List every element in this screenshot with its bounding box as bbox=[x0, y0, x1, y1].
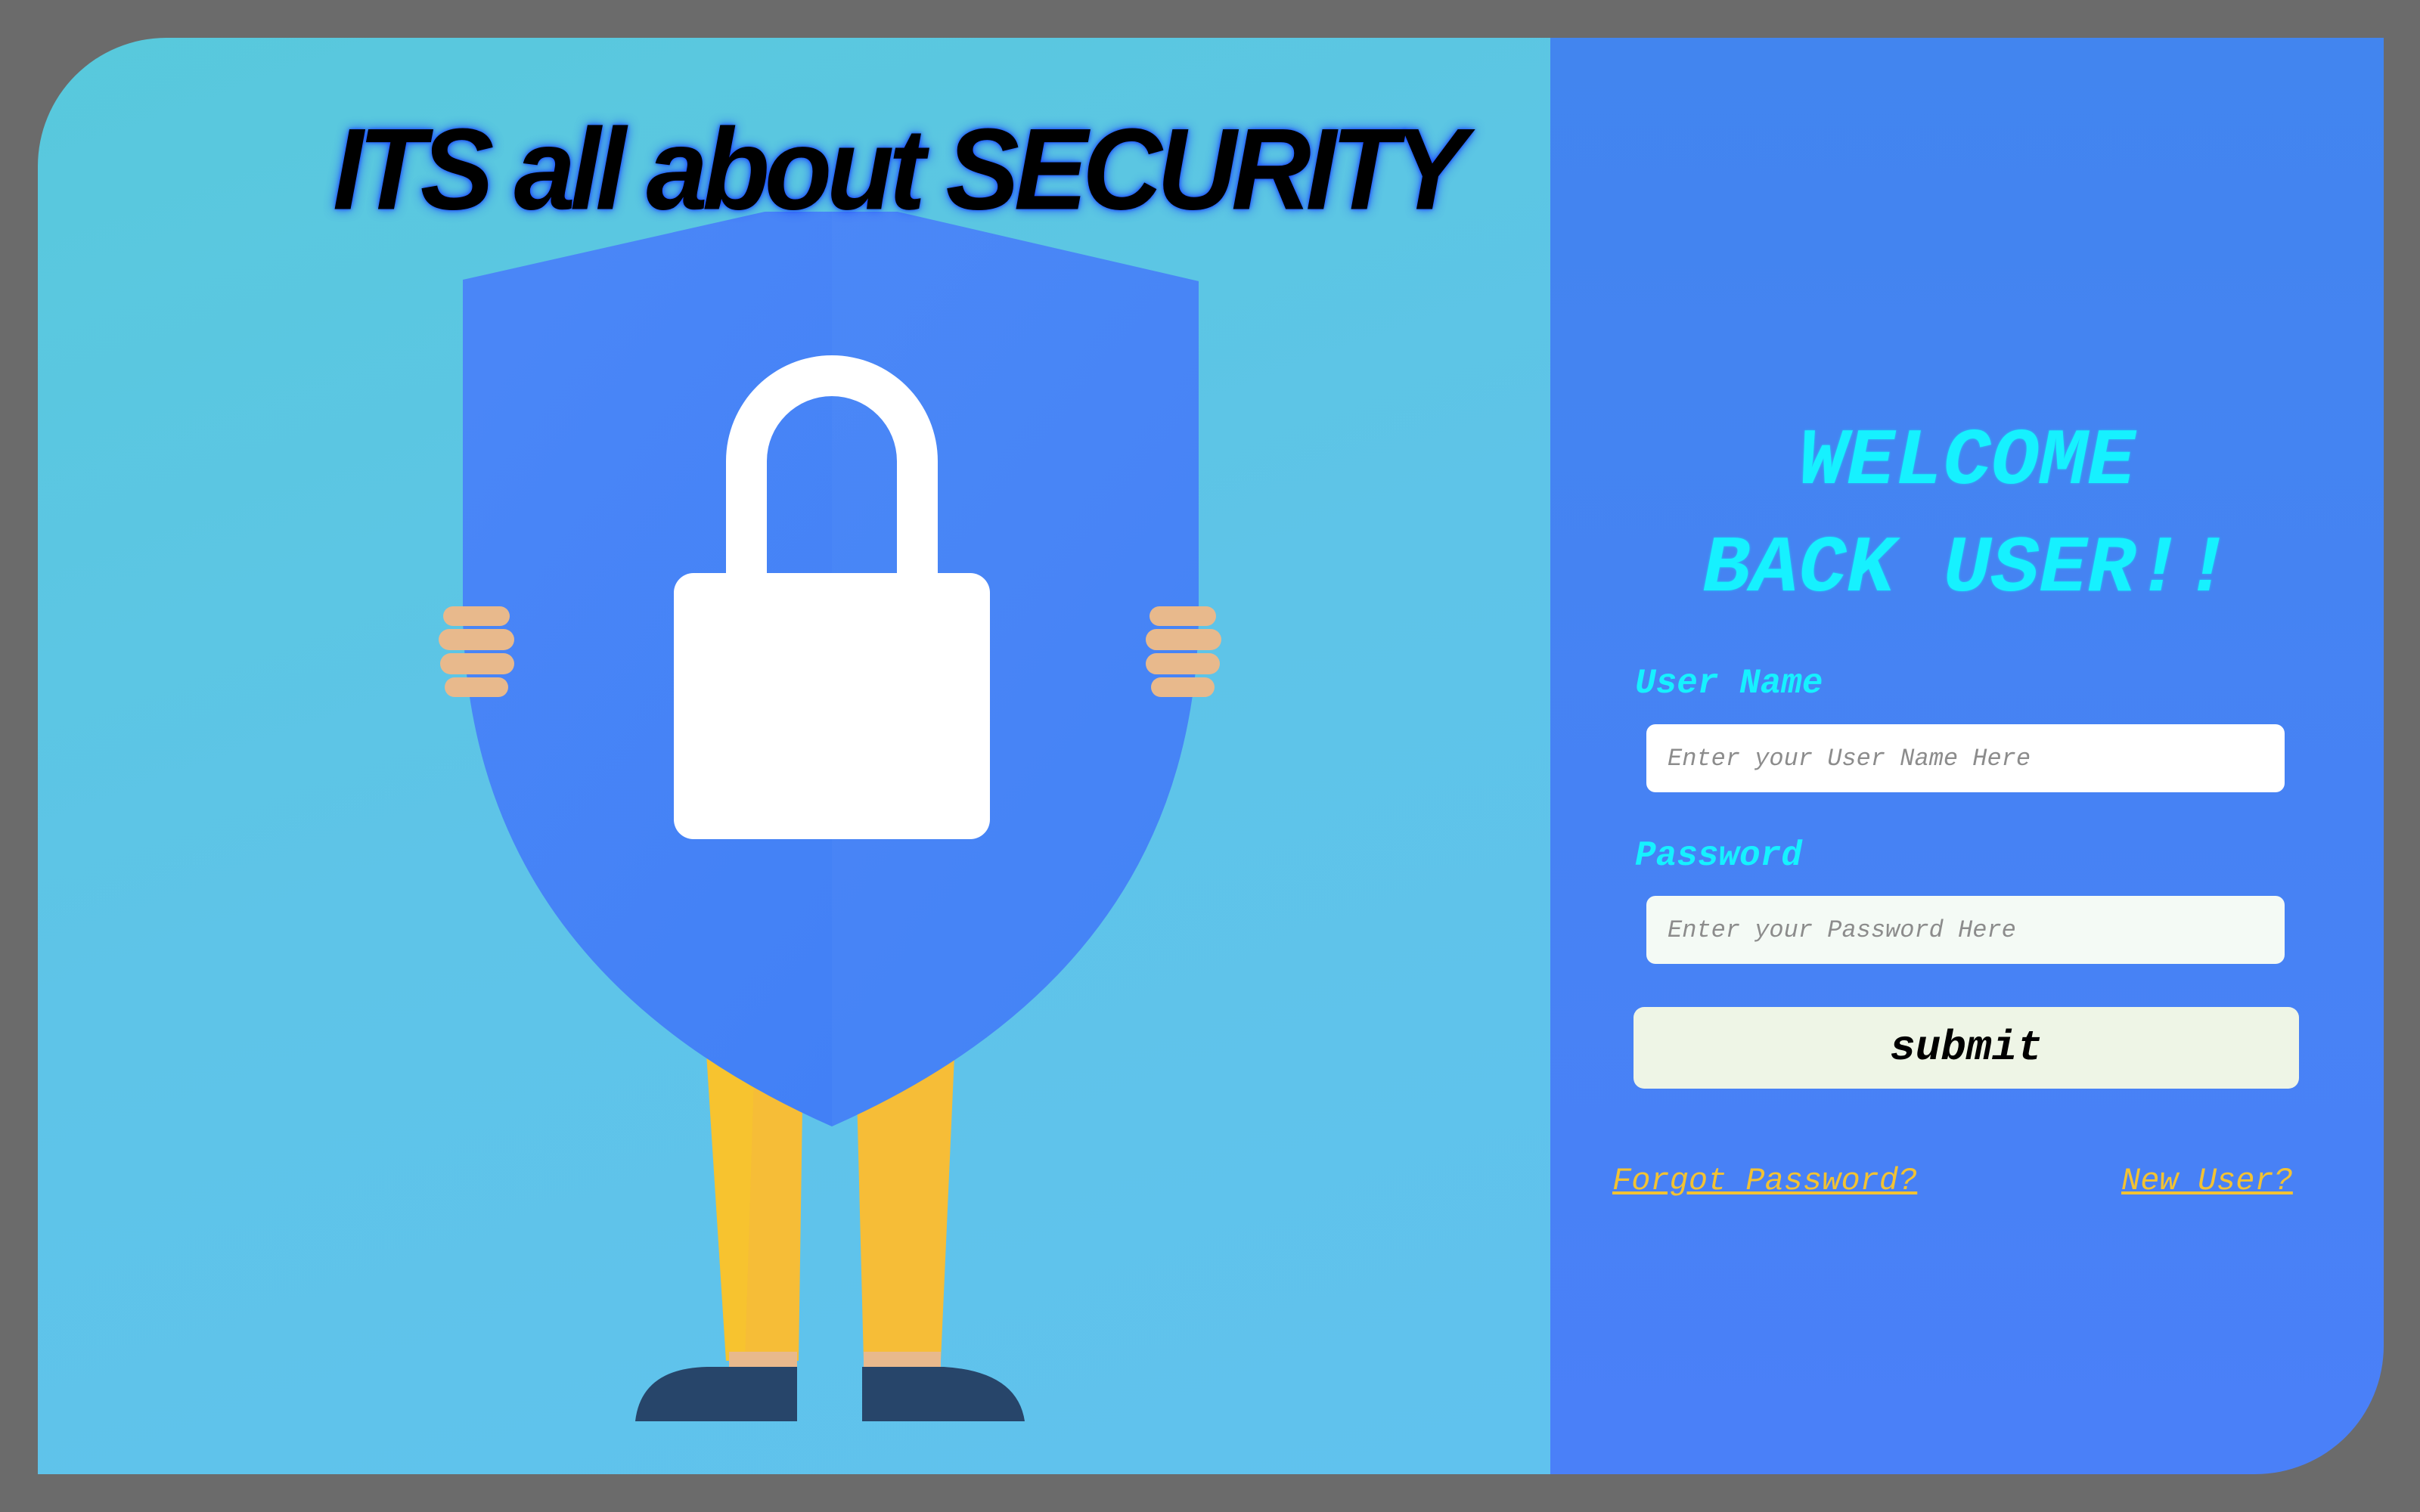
welcome-line-1: WELCOME bbox=[1798, 417, 2136, 507]
welcome-heading: WELCOME BACK USER!! bbox=[1550, 408, 2384, 623]
login-card: ITS all about SECURITY WELCOME BACK USER… bbox=[38, 38, 2384, 1474]
password-label: Password bbox=[1635, 836, 1802, 875]
welcome-line-2: BACK USER!! bbox=[1702, 524, 2232, 615]
hero-title: ITS all about SECURITY bbox=[333, 104, 1467, 234]
login-panel: WELCOME BACK USER!! User Name Password s… bbox=[1550, 38, 2384, 1474]
new-user-link[interactable]: New User? bbox=[2121, 1163, 2293, 1199]
shoes bbox=[635, 1367, 1025, 1421]
username-label: User Name bbox=[1635, 664, 1823, 703]
username-input[interactable] bbox=[1646, 724, 2285, 792]
hero-panel: ITS all about SECURITY bbox=[38, 38, 1550, 1474]
security-illustration bbox=[439, 212, 1221, 1421]
password-input[interactable] bbox=[1646, 896, 2285, 964]
forgot-password-link[interactable]: Forgot Password? bbox=[1612, 1163, 1917, 1199]
submit-button[interactable]: submit bbox=[1634, 1007, 2299, 1089]
